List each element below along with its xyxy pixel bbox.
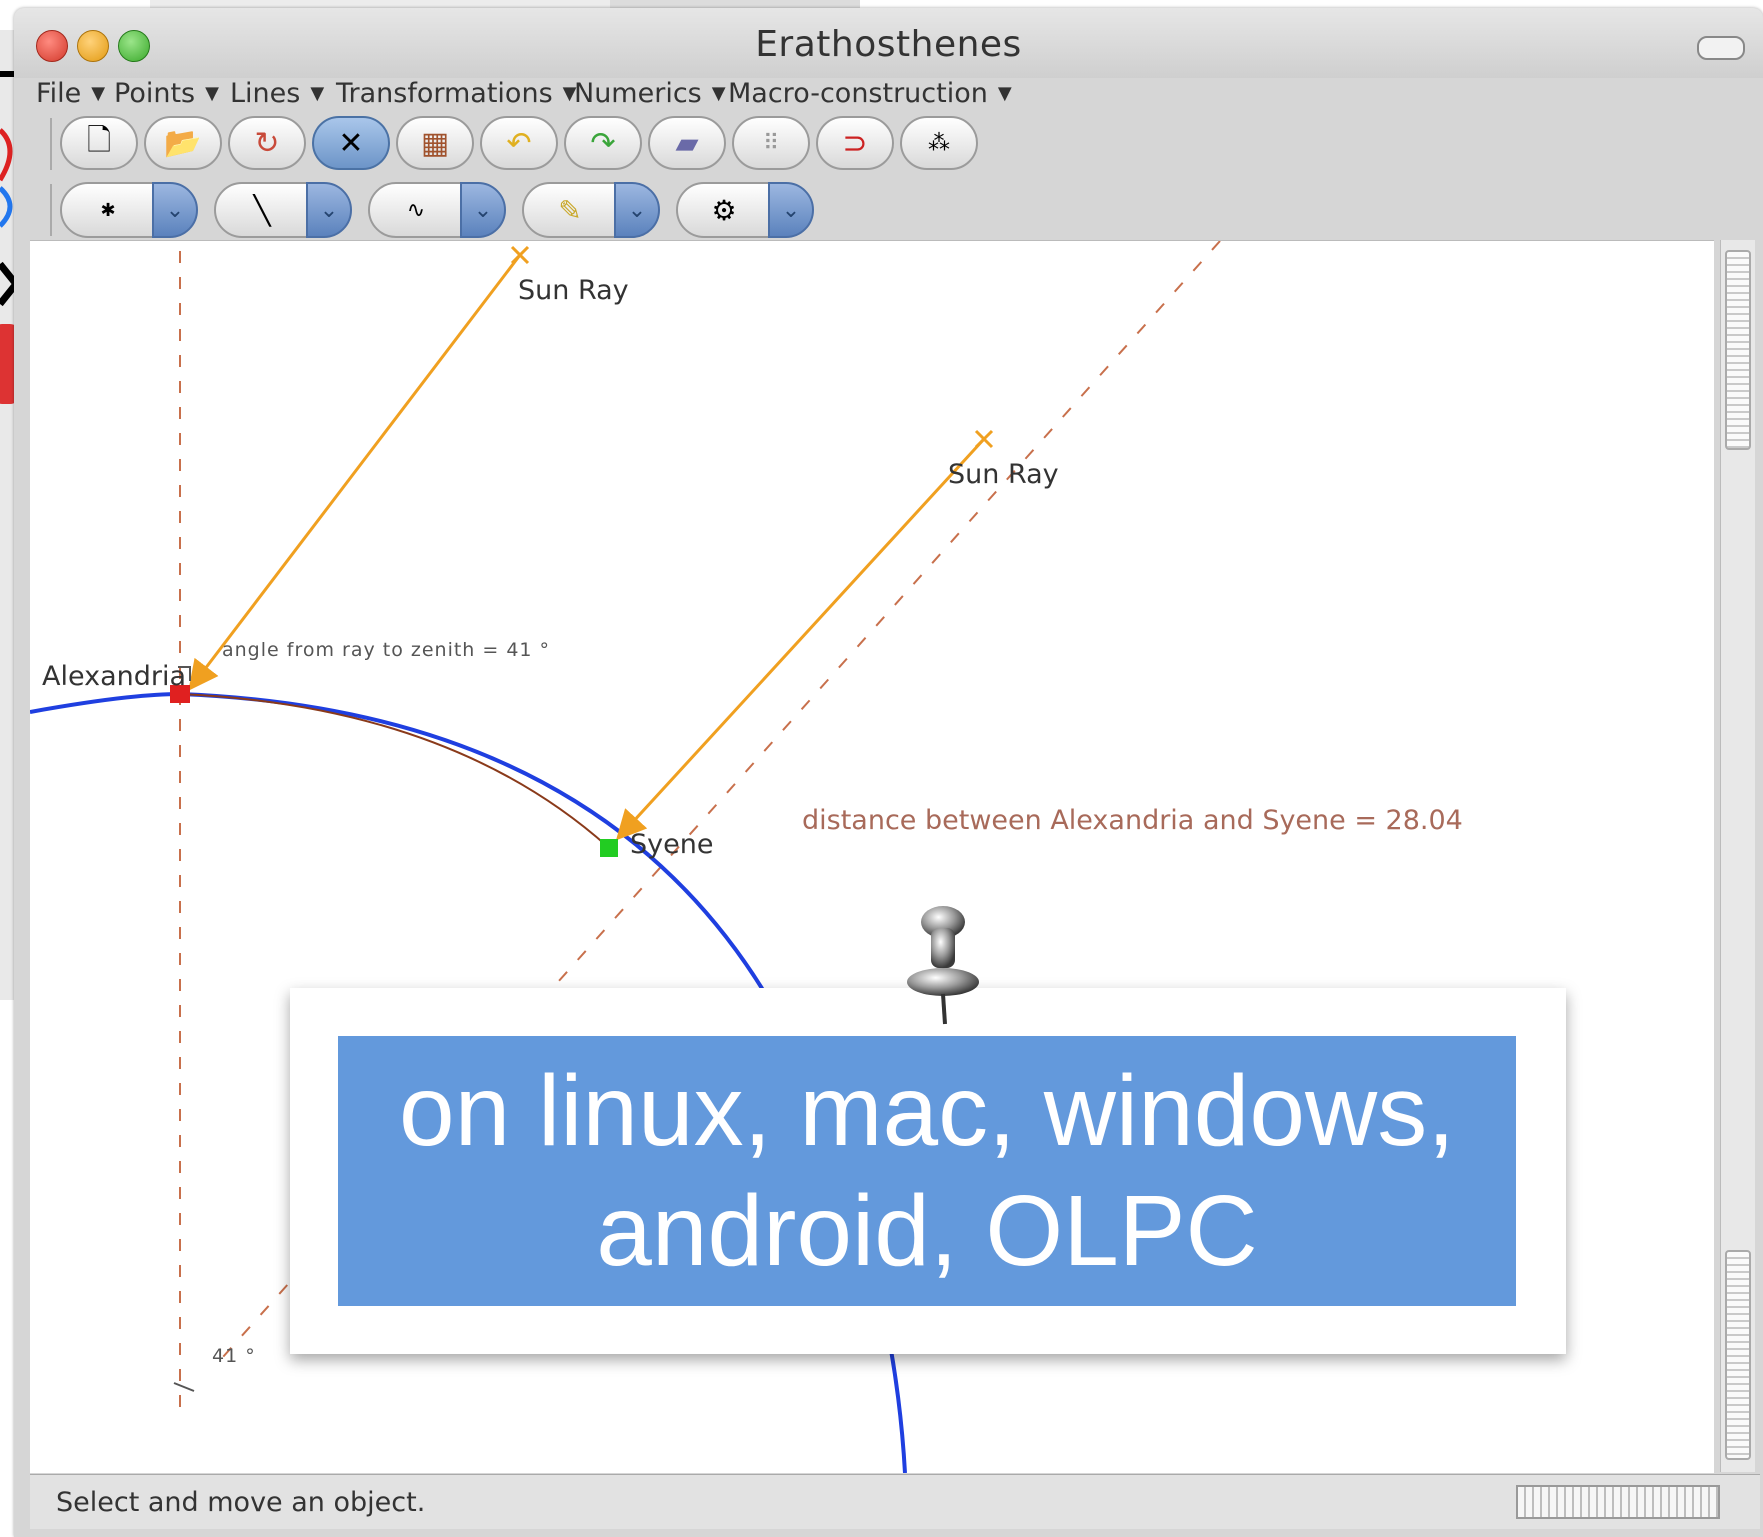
status-text: Select and move an object. <box>56 1487 426 1518</box>
redo-icon: ↷ <box>590 125 616 161</box>
eraser-button[interactable]: ▰ <box>648 116 726 170</box>
menu-lines[interactable]: Lines ▼ <box>230 78 324 109</box>
syene-label: Syene <box>630 829 714 860</box>
eraser-icon: ▰ <box>675 125 699 161</box>
horizontal-scroll-grip[interactable] <box>1516 1485 1720 1519</box>
select-move-icon: ✕ <box>338 125 364 161</box>
chevron-down-icon: ⌄ <box>473 197 493 223</box>
platforms-line-2: android, OLPC <box>596 1175 1258 1287</box>
scrollbar-thumb-bottom[interactable] <box>1725 1250 1751 1460</box>
window-title: Erathosthenes <box>755 24 1022 65</box>
undo-button[interactable]: ↶ <box>480 116 558 170</box>
arc-alexandria-syene <box>179 693 609 848</box>
angle-center-label: 41 ° <box>212 1345 256 1367</box>
palette-icon: ▦ <box>420 125 450 161</box>
curve-tool-dropdown[interactable]: ⌄ <box>460 182 506 238</box>
menu-transformations[interactable]: Transformations ▼ <box>336 78 576 109</box>
open-file-button[interactable]: 📂 <box>144 116 222 170</box>
platforms-banner: on linux, mac, windows, android, OLPC <box>338 1036 1516 1306</box>
redo-button[interactable]: ↷ <box>564 116 642 170</box>
curve-tool-button[interactable]: ∿ <box>368 182 464 238</box>
menu-numerics-label: Numerics <box>574 78 702 109</box>
new-file-icon: 🗋 <box>86 122 112 158</box>
ray-origin-1 <box>510 245 530 265</box>
line-tool-button[interactable]: ╲ <box>214 182 310 238</box>
toolbar-toggle-button[interactable] <box>1697 36 1745 60</box>
title-bar[interactable]: Erathosthenes <box>14 8 1763 78</box>
point-tool-button[interactable]: ✱ <box>60 182 156 238</box>
toolbar-separator <box>50 184 56 236</box>
vertical-scrollbar[interactable] <box>1720 240 1755 1472</box>
dropdown-arrow-icon: ▼ <box>997 83 1012 104</box>
dropdown-arrow-icon: ▼ <box>711 83 726 104</box>
chevron-down-icon: ⌄ <box>627 197 647 223</box>
line-tool-dropdown[interactable]: ⌄ <box>306 182 352 238</box>
line-tool-icon: ╲ <box>253 193 271 227</box>
menu-file-label: File <box>36 78 82 109</box>
magnet-button[interactable]: ⊃ <box>816 116 894 170</box>
sun-ray-label-2: Sun Ray <box>948 459 1059 490</box>
pushpin-icon <box>907 906 979 1025</box>
sun-ray-label-1: Sun Ray <box>518 275 629 306</box>
open-file-icon: 📂 <box>164 125 202 161</box>
menu-bar: File ▼ Points ▼ Lines ▼ Transformations ▼ Nu… <box>14 70 1763 118</box>
menu-file[interactable]: File ▼ <box>36 78 105 109</box>
distance-measure-label: distance between Alexandria and Syene = … <box>802 805 1463 836</box>
syene-point[interactable] <box>600 839 618 857</box>
grid-button[interactable]: ⠿ <box>732 116 810 170</box>
menu-macro-construction[interactable]: Macro-construction ▼ <box>728 78 1012 109</box>
dropdown-arrow-icon: ▼ <box>205 83 219 104</box>
palette-button[interactable]: ▦ <box>396 116 474 170</box>
ray-origin-2 <box>974 429 994 449</box>
platforms-line-1: on linux, mac, windows, <box>398 1055 1455 1167</box>
animation-tool-icon: ⚙ <box>711 193 737 227</box>
dropdown-arrow-icon: ▼ <box>91 83 106 104</box>
measure-tool-button[interactable]: ✎ <box>522 182 618 238</box>
scrollbar-thumb-top[interactable] <box>1725 250 1751 450</box>
main-toolbar: 🗋 📂 ↻ ✕ ▦ ↶ ↷ ▰ ⠿ ⊃ ⁂ <box>14 112 1763 174</box>
chevron-down-icon: ⌄ <box>165 197 185 223</box>
menu-numerics[interactable]: Numerics ▼ <box>574 78 726 109</box>
menu-macro-construction-label: Macro-construction <box>728 78 988 109</box>
animation-tool-dropdown[interactable]: ⌄ <box>768 182 814 238</box>
sun-ray-1 <box>188 254 522 691</box>
curve-tool-icon: ∿ <box>406 197 426 223</box>
save-file-button[interactable]: ↻ <box>228 116 306 170</box>
alexandria-label: Alexandria <box>42 661 187 692</box>
toolbar-separator <box>50 118 56 170</box>
platforms-caption-card: on linux, mac, windows, android, OLPC <box>290 988 1566 1354</box>
measure-tool-dropdown[interactable]: ⌄ <box>614 182 660 238</box>
points-button[interactable]: ⁂ <box>900 116 978 170</box>
angle-mark-center <box>173 1382 195 1392</box>
dropdown-arrow-icon: ▼ <box>310 83 325 104</box>
new-file-button[interactable]: 🗋 <box>60 116 138 170</box>
magnet-icon: ⊃ <box>842 125 868 161</box>
menu-lines-label: Lines <box>230 78 301 109</box>
chevron-down-icon: ⌄ <box>319 197 339 223</box>
chevron-down-icon: ⌄ <box>781 197 801 223</box>
angle-measure-label: angle from ray to zenith = 41 ° <box>222 639 551 661</box>
points-icon: ⁂ <box>928 130 950 156</box>
point-tool-icon: ✱ <box>100 199 116 221</box>
menu-transformations-label: Transformations <box>336 78 553 109</box>
construction-toolbar: ✱ ⌄ ╲ ⌄ ∿ ⌄ ✎ ⌄ ⚙ ⌄ <box>14 178 1763 240</box>
select-move-button[interactable]: ✕ <box>312 116 390 170</box>
undo-icon: ↶ <box>506 125 532 161</box>
sun-ray-2 <box>615 437 986 841</box>
menu-points[interactable]: Points ▼ <box>114 78 219 109</box>
status-bar: Select and move an object. <box>30 1474 1760 1529</box>
grid-icon: ⠿ <box>762 130 780 156</box>
animation-tool-button[interactable]: ⚙ <box>676 182 772 238</box>
menu-points-label: Points <box>114 78 196 109</box>
save-file-icon: ↻ <box>254 125 280 161</box>
point-tool-dropdown[interactable]: ⌄ <box>152 182 198 238</box>
measure-tool-icon: ✎ <box>558 193 582 227</box>
